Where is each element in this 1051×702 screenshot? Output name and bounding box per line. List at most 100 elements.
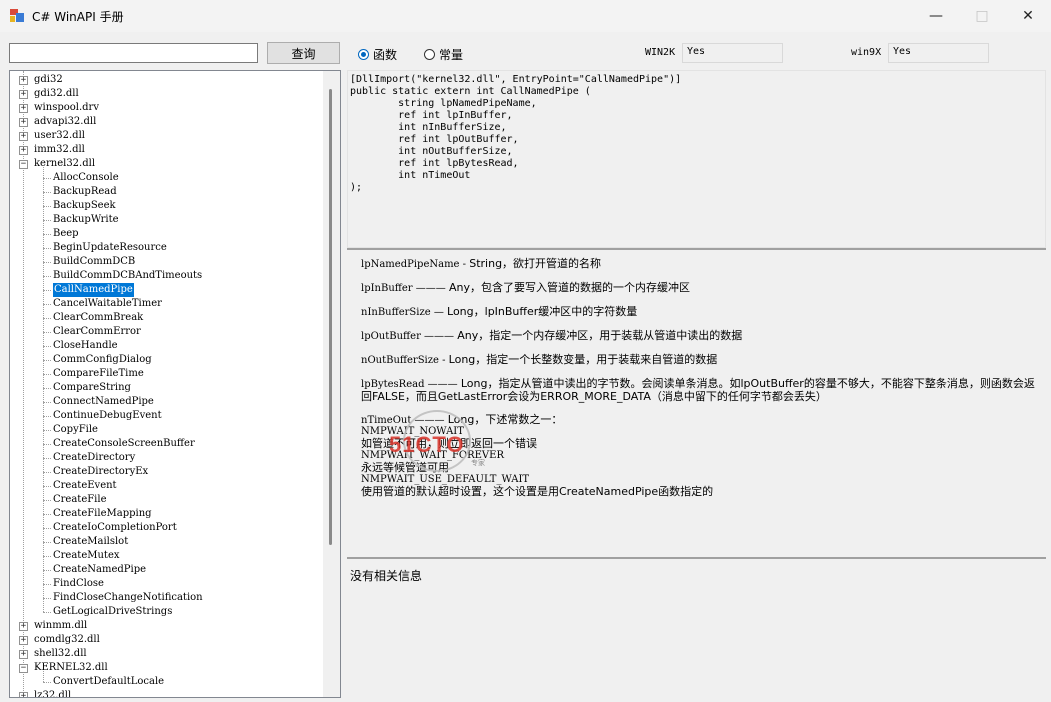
- tree-function-node[interactable]: ConvertDefaultLocale: [53, 675, 164, 689]
- expand-icon[interactable]: +: [19, 650, 28, 659]
- tree-connector: [43, 514, 51, 515]
- param-row: lpNamedPipeName - String，欲打开管道的名称: [361, 258, 601, 271]
- tree-scrollbar[interactable]: [323, 71, 340, 697]
- radio-checked-icon: [358, 49, 369, 60]
- tree-function-node[interactable]: BeginUpdateResource: [53, 241, 167, 255]
- expand-icon[interactable]: +: [19, 636, 28, 645]
- radio-function[interactable]: 函数: [358, 46, 397, 63]
- tree-function-node[interactable]: FindClose: [53, 577, 104, 591]
- close-button[interactable]: ✕: [1005, 0, 1051, 32]
- tree-function-node[interactable]: CreateIoCompletionPort: [53, 521, 177, 535]
- tree-dll-node[interactable]: imm32.dll: [34, 143, 85, 157]
- tree-function-node[interactable]: CreateEvent: [53, 479, 117, 493]
- expand-icon[interactable]: +: [19, 146, 28, 155]
- tree-dll-node[interactable]: lz32.dll: [34, 689, 71, 697]
- tree-function-node[interactable]: BuildCommDCBAndTimeouts: [53, 269, 202, 283]
- tree-dll-node[interactable]: comdlg32.dll: [34, 633, 100, 647]
- tree-dll-node[interactable]: user32.dll: [34, 129, 85, 143]
- tree-connector: [43, 528, 51, 529]
- tree-child-line: [43, 671, 44, 682]
- expand-icon[interactable]: +: [19, 90, 28, 99]
- tree-connector: [43, 304, 51, 305]
- tree-function-node[interactable]: CompareFileTime: [53, 367, 144, 381]
- tree-function-node[interactable]: CreateConsoleScreenBuffer: [53, 437, 195, 451]
- expand-icon[interactable]: +: [19, 622, 28, 631]
- expand-icon[interactable]: +: [19, 118, 28, 127]
- tree-function-node[interactable]: CompareString: [53, 381, 131, 395]
- tree-function-node[interactable]: CreateDirectory: [53, 451, 135, 465]
- tree-function-node[interactable]: ClearCommBreak: [53, 311, 143, 325]
- expand-icon[interactable]: +: [19, 104, 28, 113]
- scroll-thumb[interactable]: [329, 89, 332, 545]
- expand-icon[interactable]: +: [19, 132, 28, 141]
- code-line: int nOutBufferSize,: [398, 146, 513, 157]
- title-bar: C# WinAPI 手册 — □ ✕: [0, 0, 1051, 32]
- tree-dll-node[interactable]: winmm.dll: [34, 619, 87, 633]
- tree-function-node[interactable]: CreateFile: [53, 493, 107, 507]
- expand-icon[interactable]: +: [19, 692, 28, 697]
- minimize-button[interactable]: —: [913, 0, 959, 32]
- tree-function-node[interactable]: Beep: [53, 227, 79, 241]
- tree-connector: [43, 570, 51, 571]
- tree-function-node[interactable]: BuildCommDCB: [53, 255, 135, 269]
- radio-constant[interactable]: 常量: [424, 46, 463, 63]
- tree-connector: [43, 416, 51, 417]
- tree-connector: [43, 346, 51, 347]
- tree-connector: [43, 458, 51, 459]
- param-desc: Any，指定一个内存缓冲区，用于装载从管道中读出的数据: [457, 329, 743, 342]
- splitter-top[interactable]: [347, 248, 1046, 250]
- tree-function-node[interactable]: FindCloseChangeNotification: [53, 591, 203, 605]
- tree-function-node[interactable]: CommConfigDialog: [53, 353, 152, 367]
- tree-function-node[interactable]: ClearCommError: [53, 325, 141, 339]
- tree-connector: [43, 290, 51, 291]
- tree-function-node[interactable]: BackupSeek: [53, 199, 116, 213]
- radio-function-label: 函数: [373, 48, 398, 62]
- code-line: int nInBufferSize,: [398, 122, 507, 133]
- tree-function-node[interactable]: CreateMutex: [53, 549, 120, 563]
- tree-function-node[interactable]: CreateFileMapping: [53, 507, 152, 521]
- collapse-icon[interactable]: −: [19, 160, 28, 169]
- win9x-label: win9X: [851, 47, 882, 58]
- tree-connector: [43, 388, 51, 389]
- tree-connector: [43, 178, 51, 179]
- tree-function-node[interactable]: CancelWaitableTimer: [53, 297, 162, 311]
- param-desc: Long，下述常数之一：: [447, 413, 563, 426]
- tree-function-node[interactable]: GetLogicalDriveStrings: [53, 605, 172, 619]
- tree-function-node[interactable]: BackupRead: [53, 185, 117, 199]
- code-line: ref int lpBytesRead,: [398, 158, 519, 169]
- tree-function-node[interactable]: CallNamedPipe: [53, 283, 134, 297]
- win2k-field: Yes: [682, 43, 783, 63]
- expand-icon[interactable]: +: [19, 76, 28, 85]
- tree-dll-node[interactable]: gdi32.dll: [34, 87, 79, 101]
- collapse-icon[interactable]: −: [19, 664, 28, 673]
- tree-function-node[interactable]: ContinueDebugEvent: [53, 409, 162, 423]
- tree-function-node[interactable]: BackupWrite: [53, 213, 119, 227]
- tree-function-node[interactable]: CreateNamedPipe: [53, 563, 146, 577]
- param-row: lpBytesRead ——— Long，指定从管道中读出的字节数。会阅读单条消…: [361, 378, 1041, 404]
- tree-connector: [43, 584, 51, 585]
- tree-function-node[interactable]: AllocConsole: [53, 171, 119, 185]
- splitter-bottom[interactable]: [347, 557, 1046, 559]
- tree-connector: [43, 248, 51, 249]
- tree-dll-node[interactable]: advapi32.dll: [34, 115, 96, 129]
- tree-connector: [43, 542, 51, 543]
- window-title: C# WinAPI 手册: [32, 10, 124, 24]
- param-name: lpNamedPipeName -: [361, 259, 470, 270]
- search-input[interactable]: [9, 43, 258, 63]
- tree-function-node[interactable]: CreateMailslot: [53, 535, 128, 549]
- param-row: nOutBufferSize - Long，指定一个长整数变量，用于装载来自管道…: [361, 354, 717, 367]
- param-row: lpOutBuffer ——— Any，指定一个内存缓冲区，用于装载从管道中读出…: [361, 330, 742, 343]
- tree-dll-node[interactable]: gdi32: [34, 73, 63, 87]
- app-icon: [10, 9, 24, 22]
- query-button[interactable]: 查询: [267, 42, 340, 64]
- tree-function-node[interactable]: CopyFile: [53, 423, 98, 437]
- tree-function-node[interactable]: CreateDirectoryEx: [53, 465, 148, 479]
- tree-function-node[interactable]: CloseHandle: [53, 339, 118, 353]
- tree-dll-node[interactable]: shell32.dll: [34, 647, 87, 661]
- info-text: 没有相关信息: [350, 569, 423, 583]
- tree-function-node[interactable]: ConnectNamedPipe: [53, 395, 154, 409]
- tree-dll-node[interactable]: winspool.drv: [34, 101, 99, 115]
- param-row: nInBufferSize — Long，lpInBuffer缓冲区中的字符数量: [361, 306, 637, 319]
- tree-dll-node[interactable]: KERNEL32.dll: [34, 661, 108, 675]
- api-tree[interactable]: + gdi32 + gdi32.dll + winspool.drv + advapi32.d…: [9, 70, 341, 698]
